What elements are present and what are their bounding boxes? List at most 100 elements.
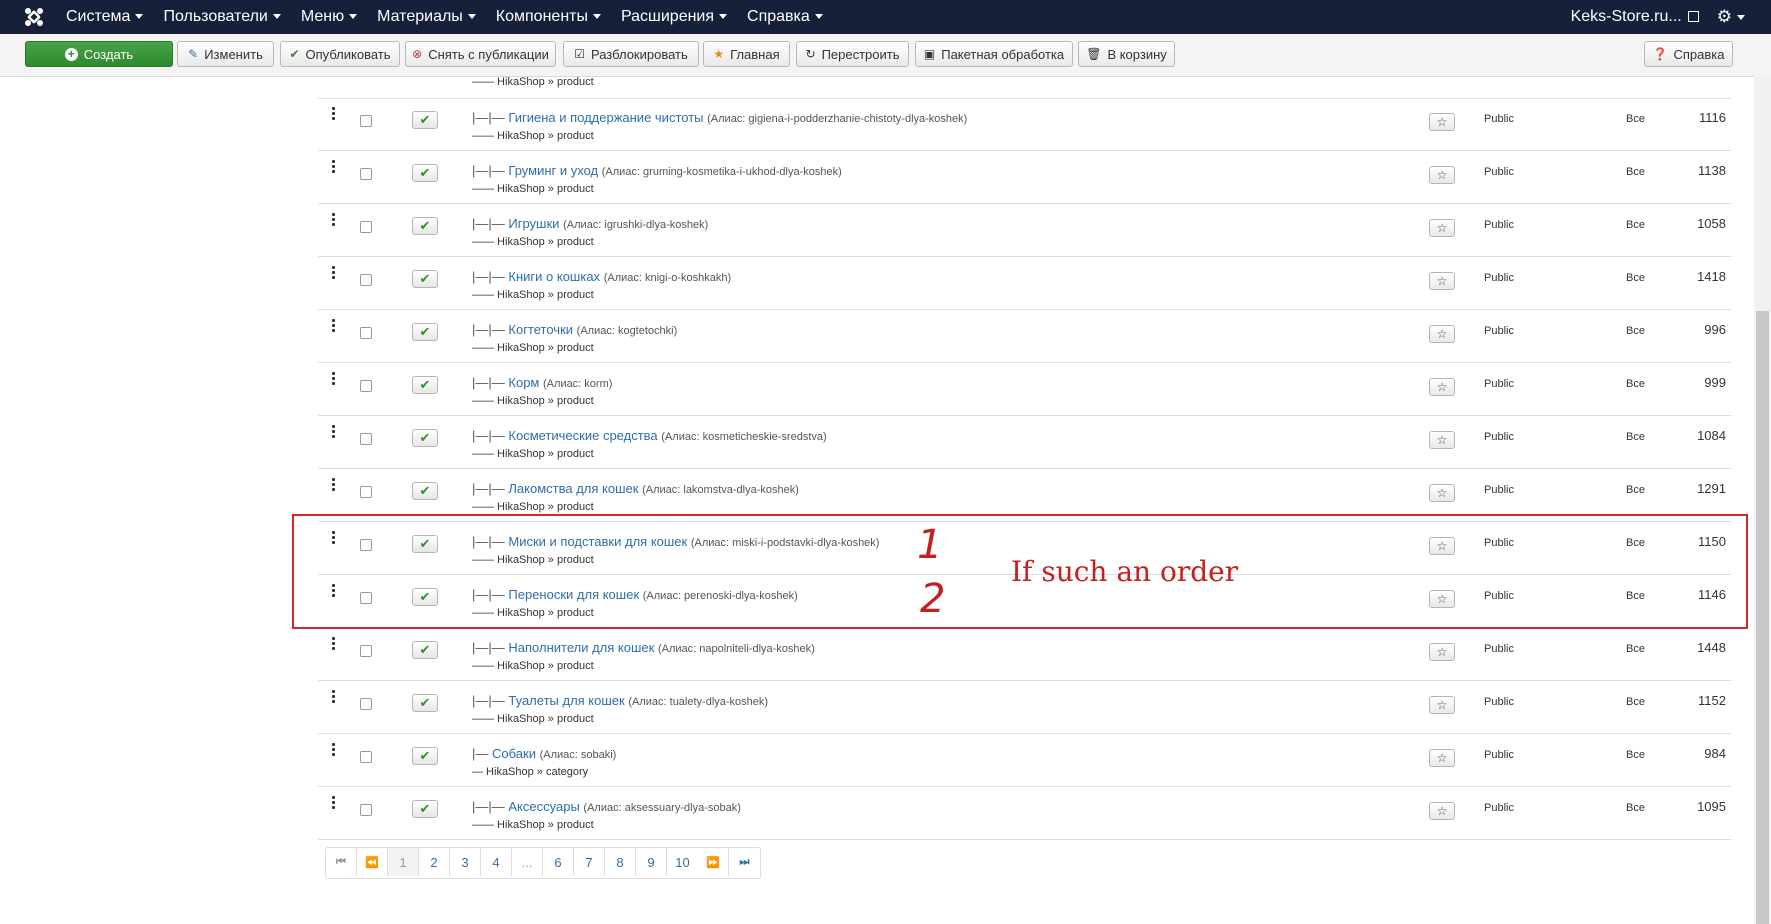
row-checkbox[interactable] xyxy=(360,751,372,763)
featured-toggle[interactable]: ☆ xyxy=(1429,325,1455,343)
row-checkbox[interactable] xyxy=(360,168,372,180)
page-number-button[interactable]: 4 xyxy=(481,848,512,876)
row-checkbox[interactable] xyxy=(360,380,372,392)
category-title-link[interactable]: Аксессуары xyxy=(508,799,579,814)
featured-toggle[interactable]: ☆ xyxy=(1429,113,1455,131)
row-title-line: |— Собаки (Алиас: sobaki) xyxy=(472,746,616,761)
batch-button[interactable]: ▣ Пакетная обработка xyxy=(915,41,1073,67)
page-number-button[interactable]: 9 xyxy=(636,848,667,876)
category-title-link[interactable]: Гигиена и поддержание чистоты xyxy=(508,110,703,125)
page-first-button[interactable]: ⏮ xyxy=(326,848,357,876)
page-number-button[interactable]: 10 xyxy=(667,848,698,876)
category-title-link[interactable]: Туалеты для кошек xyxy=(508,693,624,708)
drag-handle-icon[interactable] xyxy=(332,743,335,757)
row-checkbox[interactable] xyxy=(360,274,372,286)
menu-system[interactable]: Система xyxy=(56,8,153,26)
page-next-button[interactable]: ⏩ xyxy=(698,848,729,876)
featured-button[interactable]: ★ Главная xyxy=(703,41,790,67)
category-title-link[interactable]: Книги о кошках xyxy=(508,269,600,284)
published-toggle[interactable]: ✔ xyxy=(412,747,438,765)
published-toggle[interactable]: ✔ xyxy=(412,270,438,288)
row-checkbox[interactable] xyxy=(360,645,372,657)
checkin-button[interactable]: ☑ Разблокировать xyxy=(563,41,699,67)
featured-toggle[interactable]: ☆ xyxy=(1429,749,1455,767)
pagination: ⏮ ⏪ 1 2 3 4... 6 7 8 9 10 ⏩ ⏭ xyxy=(325,847,761,879)
category-title-link[interactable]: Косметические средства xyxy=(508,428,657,443)
published-toggle[interactable]: ✔ xyxy=(412,217,438,235)
drag-handle-icon[interactable] xyxy=(332,637,335,651)
category-title-link[interactable]: Собаки xyxy=(492,746,536,761)
row-checkbox[interactable] xyxy=(360,804,372,816)
category-title-link[interactable]: Корм xyxy=(508,375,539,390)
featured-toggle[interactable]: ☆ xyxy=(1429,272,1455,290)
scrollbar-thumb[interactable] xyxy=(1756,311,1769,924)
published-toggle[interactable]: ✔ xyxy=(412,111,438,129)
drag-handle-icon[interactable] xyxy=(332,796,335,810)
trash-button[interactable]: 🗑 В корзину xyxy=(1078,41,1175,67)
featured-toggle[interactable]: ☆ xyxy=(1429,696,1455,714)
published-toggle[interactable]: ✔ xyxy=(412,323,438,341)
joomla-logo-icon[interactable] xyxy=(24,7,44,27)
published-toggle[interactable]: ✔ xyxy=(412,164,438,182)
featured-toggle[interactable]: ☆ xyxy=(1429,643,1455,661)
page-number-button[interactable]: 7 xyxy=(574,848,605,876)
drag-handle-icon[interactable] xyxy=(332,213,335,227)
page-number-button[interactable]: 8 xyxy=(605,848,636,876)
published-toggle[interactable]: ✔ xyxy=(412,482,438,500)
page-prev-button[interactable]: ⏪ xyxy=(357,848,388,876)
drag-handle-icon[interactable] xyxy=(332,372,335,386)
drag-handle-icon[interactable] xyxy=(332,425,335,439)
drag-handle-icon[interactable] xyxy=(332,478,335,492)
create-button[interactable]: + Создать xyxy=(25,41,173,67)
drag-handle-icon[interactable] xyxy=(332,319,335,333)
published-toggle[interactable]: ✔ xyxy=(412,694,438,712)
menu-users[interactable]: Пользователи xyxy=(153,8,290,26)
published-toggle[interactable]: ✔ xyxy=(412,800,438,818)
site-link[interactable]: Keks-Store.ru... xyxy=(1571,8,1699,26)
category-title-link[interactable]: Когтеточки xyxy=(508,322,573,337)
menu-help[interactable]: Справка xyxy=(737,8,833,26)
unpublish-button[interactable]: ⊗ Снять с публикации xyxy=(405,41,556,67)
menu-menus[interactable]: Меню xyxy=(291,8,367,26)
page-last-button[interactable]: ⏭ xyxy=(729,848,760,876)
category-title-link[interactable]: Груминг и уход xyxy=(508,163,598,178)
rebuild-button[interactable]: ↻ Перестроить xyxy=(796,41,909,67)
published-toggle[interactable]: ✔ xyxy=(412,376,438,394)
drag-handle-icon[interactable] xyxy=(332,107,335,121)
category-title-link[interactable]: Игрушки xyxy=(508,216,559,231)
menu-components[interactable]: Компоненты xyxy=(486,8,611,26)
category-title-link[interactable]: Наполнители для кошек xyxy=(508,640,654,655)
page-number-button[interactable]: 3 xyxy=(450,848,481,876)
featured-toggle[interactable]: ☆ xyxy=(1429,484,1455,502)
row-checkbox[interactable] xyxy=(360,221,372,233)
help-button[interactable]: ❓ Справка xyxy=(1644,41,1733,67)
row-checkbox[interactable] xyxy=(360,433,372,445)
row-checkbox[interactable] xyxy=(360,327,372,339)
page-number-button[interactable]: 6 xyxy=(543,848,574,876)
edit-button[interactable]: ✎ Изменить xyxy=(177,41,274,67)
published-toggle[interactable]: ✔ xyxy=(412,641,438,659)
featured-toggle[interactable]: ☆ xyxy=(1429,378,1455,396)
drag-handle-icon[interactable] xyxy=(332,266,335,280)
page-number-button[interactable]: 2 xyxy=(419,848,450,876)
row-checkbox[interactable] xyxy=(360,698,372,710)
menu-extensions[interactable]: Расширения xyxy=(611,8,737,26)
drag-handle-icon[interactable] xyxy=(332,690,335,704)
drag-handle-icon[interactable] xyxy=(332,160,335,174)
user-settings-menu[interactable]: ⚙ xyxy=(1717,7,1745,27)
category-alias: (Алиас: korm) xyxy=(543,378,613,390)
annotation-number-2: 2 xyxy=(920,576,946,622)
row-id: 1152 xyxy=(1698,693,1726,708)
featured-toggle[interactable]: ☆ xyxy=(1429,431,1455,449)
row-checkbox[interactable] xyxy=(360,486,372,498)
access-level: Public xyxy=(1484,431,1514,443)
category-title-link[interactable]: Лакомства для кошек xyxy=(508,481,638,496)
publish-button[interactable]: ✔ Опубликовать xyxy=(280,41,400,67)
page-number-button[interactable]: 1 xyxy=(388,848,419,876)
menu-content[interactable]: Материалы xyxy=(367,8,486,26)
featured-toggle[interactable]: ☆ xyxy=(1429,802,1455,820)
row-checkbox[interactable] xyxy=(360,115,372,127)
featured-toggle[interactable]: ☆ xyxy=(1429,166,1455,184)
published-toggle[interactable]: ✔ xyxy=(412,429,438,447)
featured-toggle[interactable]: ☆ xyxy=(1429,219,1455,237)
